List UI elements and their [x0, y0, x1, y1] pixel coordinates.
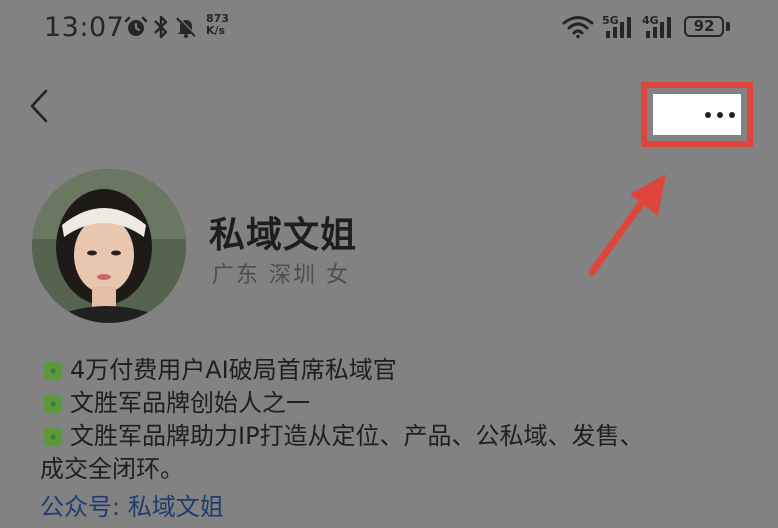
clover-icon	[43, 427, 63, 446]
status-bar: 13:07 873 K/s 5G 4G 92	[0, 0, 778, 56]
status-time: 13:07	[44, 12, 125, 43]
more-button-highlight	[641, 82, 753, 147]
bluetooth-icon	[154, 15, 168, 39]
bio-line: 文胜军品牌助力IP打造从定位、产品、公私域、发售、	[40, 420, 760, 453]
signal-icon	[606, 17, 631, 38]
more-dots-icon	[729, 112, 735, 118]
battery-icon: 92	[684, 16, 724, 37]
profile-region: 广东 深圳 女	[212, 263, 350, 288]
bio-text: 4万付费用户AI破局首席私域官	[70, 356, 397, 384]
wifi-icon	[562, 16, 594, 39]
avatar[interactable]	[32, 169, 186, 323]
official-account-link[interactable]: 公众号: 私域文姐	[40, 487, 224, 522]
clover-icon	[43, 394, 63, 413]
avatar-photo	[32, 169, 186, 323]
bio-line: 文胜军品牌创始人之一	[40, 387, 760, 420]
more-dots-icon	[705, 112, 711, 118]
signal-icon	[646, 17, 671, 38]
annotation-arrow-icon	[588, 174, 666, 276]
chevron-left-icon[interactable]	[26, 86, 56, 126]
alarm-icon	[124, 16, 148, 36]
battery-level: 92	[693, 17, 715, 35]
bio-text: 文胜军品牌助力IP打造从定位、产品、公私域、发售、	[70, 422, 644, 450]
bio: 4万付费用户AI破局首席私域官 文胜军品牌创始人之一 文胜军品牌助力IP打造从定…	[40, 354, 760, 486]
mute-icon	[176, 16, 197, 38]
net-speed: 873 K/s	[206, 13, 229, 37]
bio-text: 成交全闭环。	[40, 455, 184, 483]
net-speed-unit: K/s	[206, 24, 226, 37]
more-button[interactable]	[653, 94, 741, 135]
clover-icon	[43, 361, 63, 380]
bio-line: 4万付费用户AI破局首席私域官	[40, 354, 760, 387]
profile-name: 私域文姐	[209, 215, 358, 256]
bio-line: 成交全闭环。	[40, 453, 760, 486]
more-dots-icon	[717, 112, 723, 118]
bio-text: 文胜军品牌创始人之一	[70, 389, 310, 417]
battery-tip	[726, 22, 730, 31]
